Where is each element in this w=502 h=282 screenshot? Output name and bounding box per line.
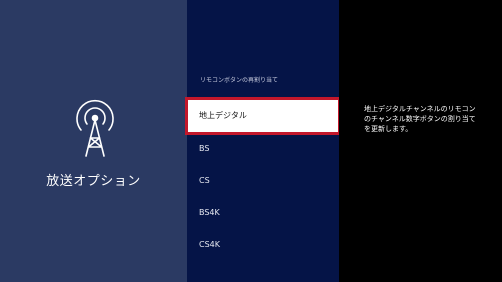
menu-item-bs4k[interactable]: BS4K xyxy=(187,202,339,224)
left-panel: 放送オプション xyxy=(0,0,187,282)
menu-item-terrestrial[interactable]: 地上デジタル xyxy=(185,97,341,135)
page-title: 放送オプション xyxy=(46,174,141,189)
menu-panel: リモコンボタンの再割り当て 地上デジタル BS CS BS4K CS4K xyxy=(185,0,341,282)
channel-type-menu: 地上デジタル BS CS BS4K CS4K xyxy=(185,0,341,282)
item-description: 地上デジタルチャンネルのリモコンのチャンネル数字ボタンの割り当てを更新します。 xyxy=(364,105,476,133)
broadcast-antenna-icon xyxy=(76,99,114,157)
menu-item-cs[interactable]: CS xyxy=(187,170,339,192)
description-panel: 地上デジタルチャンネルのリモコンのチャンネル数字ボタンの割り当てを更新します。 xyxy=(339,0,502,282)
menu-item-cs4k[interactable]: CS4K xyxy=(187,234,339,256)
menu-item-bs[interactable]: BS xyxy=(187,138,339,160)
